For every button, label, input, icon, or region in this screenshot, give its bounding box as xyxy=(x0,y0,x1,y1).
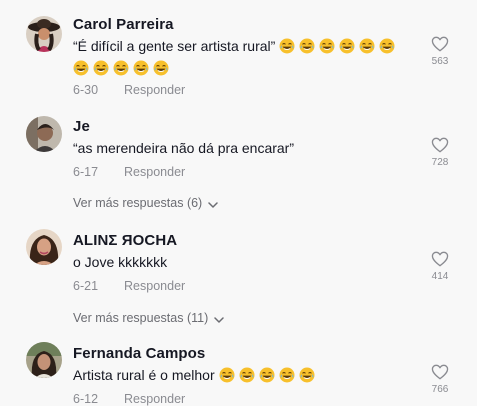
comment-author[interactable]: Je xyxy=(73,118,90,135)
laughing-emoji-icon xyxy=(339,38,355,54)
comment-text: “É difícil a gente ser artista rural” xyxy=(73,35,403,79)
comment-text: Artista rural é o melhor xyxy=(73,364,403,386)
like-button[interactable]: 766 xyxy=(430,364,450,395)
view-more-replies-button[interactable]: Ver más respuestas (11) xyxy=(73,311,224,325)
laughing-emoji-icon xyxy=(219,367,235,383)
laughing-emoji-icon xyxy=(279,367,295,383)
reply-button[interactable]: Responder xyxy=(124,279,185,293)
comment-date: 6-12 xyxy=(73,392,99,406)
chevron-down-icon xyxy=(208,202,218,208)
like-count: 766 xyxy=(431,384,449,395)
comment-meta: 6-17 Responder xyxy=(73,165,185,179)
laughing-emoji-icon xyxy=(133,60,149,76)
laughing-emoji-icon xyxy=(279,38,295,54)
comment-meta: 6-21 Responder xyxy=(73,279,185,293)
comment-meta: 6-30 Responder xyxy=(73,83,185,97)
avatar[interactable] xyxy=(26,229,62,265)
like-button[interactable]: 414 xyxy=(430,251,450,282)
laughing-emoji-icon xyxy=(379,38,395,54)
comment-date: 6-21 xyxy=(73,279,99,293)
like-count: 414 xyxy=(431,271,449,282)
avatar[interactable] xyxy=(26,16,62,52)
like-count: 728 xyxy=(431,157,449,168)
laughing-emoji-icon xyxy=(259,367,275,383)
chevron-down-icon xyxy=(214,317,224,323)
reply-button[interactable]: Responder xyxy=(124,83,185,97)
heart-outline-icon xyxy=(431,251,449,267)
reply-button[interactable]: Responder xyxy=(124,392,185,406)
comment-date: 6-30 xyxy=(73,83,99,97)
laughing-emoji-icon xyxy=(319,38,335,54)
comment-text: “as merendeira não dá pra encarar” xyxy=(73,140,295,156)
like-button[interactable]: 563 xyxy=(430,36,450,67)
heart-outline-icon xyxy=(431,36,449,52)
laughing-emoji-icon xyxy=(93,60,109,76)
comment-text-body: Artista rural é o melhor xyxy=(73,367,215,383)
heart-outline-icon xyxy=(431,364,449,380)
comment-meta: 6-12 Responder xyxy=(73,392,185,406)
comment-text-body: “É difícil a gente ser artista rural” xyxy=(73,38,276,54)
view-more-replies-label: Ver más respuestas (6) xyxy=(73,196,203,210)
laughing-emoji-icon xyxy=(359,38,375,54)
laughing-emoji-icon xyxy=(73,60,89,76)
laughing-emoji-icon xyxy=(299,38,315,54)
comment-author[interactable]: ALINΣ ЯOCHA xyxy=(73,232,177,249)
laughing-emoji-icon xyxy=(153,60,169,76)
reply-button[interactable]: Responder xyxy=(124,165,185,179)
like-count: 563 xyxy=(431,56,449,67)
comment-author[interactable]: Carol Parreira xyxy=(73,16,174,33)
heart-outline-icon xyxy=(431,137,449,153)
laughing-emoji-icon xyxy=(113,60,129,76)
view-more-replies-label: Ver más respuestas (11) xyxy=(73,311,209,325)
view-more-replies-button[interactable]: Ver más respuestas (6) xyxy=(73,196,218,210)
comment-text: o Jove kkkkkkk xyxy=(73,254,168,270)
avatar[interactable] xyxy=(26,116,62,152)
like-button[interactable]: 728 xyxy=(430,137,450,168)
avatar[interactable] xyxy=(26,342,62,378)
laughing-emoji-icon xyxy=(239,367,255,383)
comment-author[interactable]: Fernanda Campos xyxy=(73,345,205,362)
comment-date: 6-17 xyxy=(73,165,99,179)
laughing-emoji-icon xyxy=(299,367,315,383)
